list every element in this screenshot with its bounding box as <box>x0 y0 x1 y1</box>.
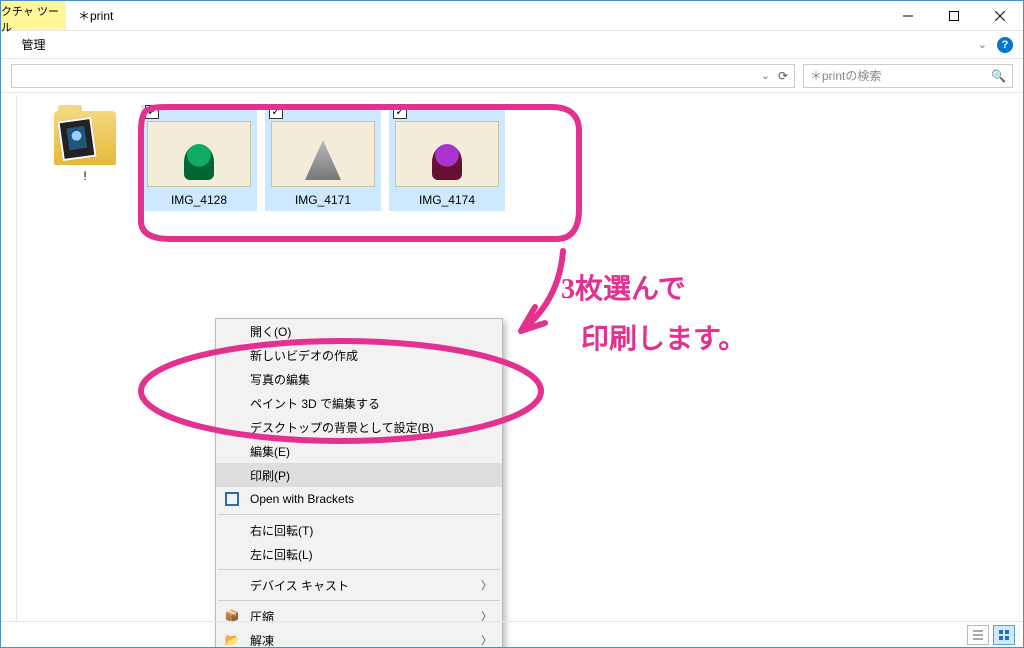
picture-tools-label: クチャ ツール <box>1 3 66 35</box>
checkbox-icon[interactable]: ✓ <box>393 105 407 119</box>
ctx-label: 左に回転(L) <box>250 546 313 563</box>
window-title: ＊print <box>66 1 885 30</box>
thumbnail-icon <box>395 121 499 187</box>
ctx-print[interactable]: 印刷(P) <box>216 463 502 487</box>
ctx-open-with-brackets[interactable]: Open with Brackets <box>216 487 502 511</box>
file-label: IMG_4128 <box>147 193 251 207</box>
ribbon-row: 管理 ⌄ ? <box>1 31 1023 59</box>
view-details-button[interactable] <box>967 625 989 645</box>
checkbox-icon[interactable]: ✓ <box>269 105 283 119</box>
image-item-2[interactable]: ✓ IMG_4171 <box>265 105 381 211</box>
address-row: ⌄ ⟳ ＊printの検索 🔍 <box>1 59 1023 93</box>
maximize-icon <box>949 11 959 21</box>
chevron-right-icon: 〉 <box>481 577 492 593</box>
address-bar[interactable]: ⌄ ⟳ <box>11 64 795 88</box>
ctx-label: 開く(O) <box>250 323 291 340</box>
ctx-rotate-left[interactable]: 左に回転(L) <box>216 542 502 566</box>
ctx-label: 写真の編集 <box>250 371 310 388</box>
thumbnail-icon <box>271 121 375 187</box>
ctx-open[interactable]: 開く(O) <box>216 319 502 343</box>
search-placeholder: ＊printの検索 <box>810 67 991 84</box>
ctx-new-video[interactable]: 新しいビデオの作成 <box>216 343 502 367</box>
search-icon: 🔍 <box>991 69 1006 83</box>
folder-item[interactable]: ! <box>37 105 133 183</box>
ctx-label: 編集(E) <box>250 443 290 460</box>
minimize-button[interactable] <box>885 1 931 30</box>
folder-label: ! <box>83 169 86 183</box>
ctx-desktop-background[interactable]: デスクトップの背景として設定(B) <box>216 415 502 439</box>
close-icon <box>995 11 1005 21</box>
ctx-label: ペイント 3D で編集する <box>250 395 380 412</box>
ctx-separator <box>218 569 500 570</box>
brackets-icon <box>224 491 240 507</box>
explorer-window: クチャ ツール ＊print 管理 ⌄ ? ⌄ ⟳ ＊p <box>0 0 1024 648</box>
titlebar: クチャ ツール ＊print <box>1 1 1023 31</box>
details-view-icon <box>972 629 984 641</box>
view-thumbnails-button[interactable] <box>993 625 1015 645</box>
ctx-edit-photo[interactable]: 写真の編集 <box>216 367 502 391</box>
address-dropdown-icon[interactable]: ⌄ <box>761 69 770 82</box>
picture-tools-tab[interactable]: クチャ ツール <box>1 1 66 30</box>
ctx-cast[interactable]: デバイス キャスト 〉 <box>216 573 502 597</box>
image-item-3[interactable]: ✓ IMG_4174 <box>389 105 505 211</box>
nav-pane-collapsed[interactable] <box>1 95 17 621</box>
folder-icon <box>50 105 120 165</box>
ctx-label: 新しいビデオの作成 <box>250 347 358 364</box>
minimize-icon <box>903 11 913 21</box>
checkbox-icon[interactable]: ✓ <box>145 105 159 119</box>
ctx-paint3d[interactable]: ペイント 3D で編集する <box>216 391 502 415</box>
manage-tab[interactable]: 管理 <box>1 36 66 53</box>
ctx-label: 右に回転(T) <box>250 522 313 539</box>
help-icon[interactable]: ? <box>997 37 1013 53</box>
thumbnails-view-icon <box>998 629 1010 641</box>
context-menu: 開く(O) 新しいビデオの作成 写真の編集 ペイント 3D で編集する デスクト… <box>215 318 503 648</box>
file-label: IMG_4174 <box>395 193 499 207</box>
ctx-edit[interactable]: 編集(E) <box>216 439 502 463</box>
item-row: ! ✓ IMG_4128 ✓ IMG_4171 <box>37 105 1003 211</box>
ctx-label: 印刷(P) <box>250 467 290 484</box>
ctx-separator <box>218 600 500 601</box>
close-button[interactable] <box>977 1 1023 30</box>
ctx-label: デバイス キャスト <box>250 577 349 594</box>
maximize-button[interactable] <box>931 1 977 30</box>
file-canvas[interactable]: ! ✓ IMG_4128 ✓ IMG_4171 <box>17 95 1023 621</box>
file-label: IMG_4171 <box>271 193 375 207</box>
ribbon-collapse-icon[interactable]: ⌄ <box>978 38 987 51</box>
ctx-label: Open with Brackets <box>250 492 354 506</box>
window-buttons <box>885 1 1023 30</box>
ctx-label: デスクトップの背景として設定(B) <box>250 419 434 436</box>
content-area: ! ✓ IMG_4128 ✓ IMG_4171 <box>1 95 1023 621</box>
image-item-1[interactable]: ✓ IMG_4128 <box>141 105 257 211</box>
ctx-separator <box>218 514 500 515</box>
ctx-rotate-right[interactable]: 右に回転(T) <box>216 518 502 542</box>
search-input[interactable]: ＊printの検索 🔍 <box>803 64 1013 88</box>
status-bar <box>1 621 1023 647</box>
refresh-icon[interactable]: ⟳ <box>778 69 788 83</box>
thumbnail-icon <box>147 121 251 187</box>
